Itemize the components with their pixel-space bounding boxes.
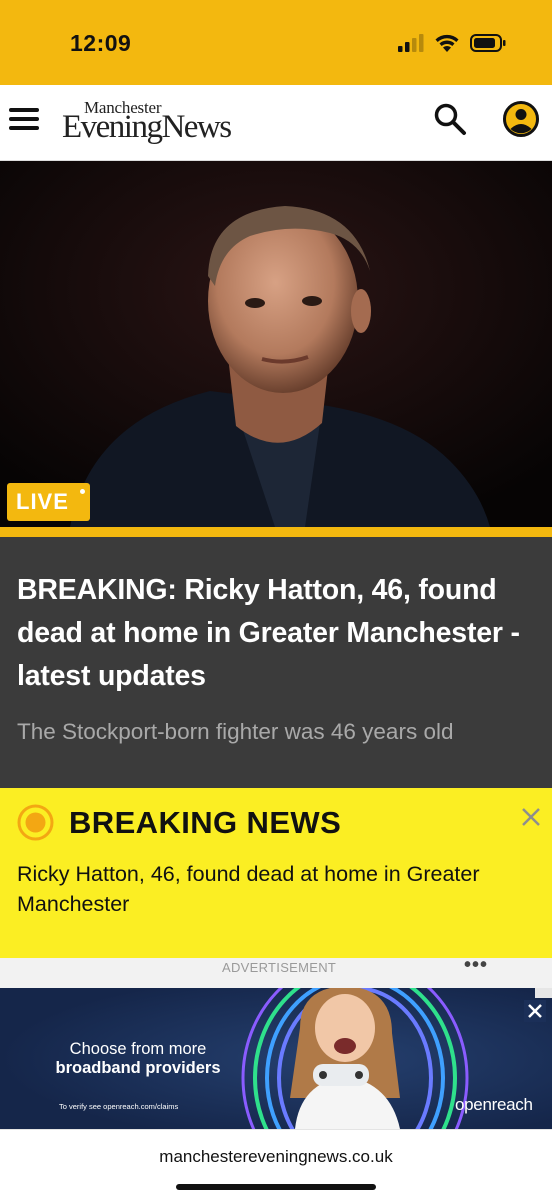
signal-icon bbox=[398, 34, 424, 52]
site-header: Manchester EveningNews bbox=[0, 85, 552, 161]
story-subhead: The Stockport-born fighter was 46 years … bbox=[17, 719, 454, 744]
hero-accent-bar bbox=[0, 527, 552, 537]
ad-choices-icon[interactable] bbox=[535, 988, 552, 998]
url-text[interactable]: manchestereveningnews.co.uk bbox=[0, 1147, 552, 1167]
ad-options-icon[interactable]: ••• bbox=[464, 954, 488, 977]
ad-headline-line2: broadband providers bbox=[55, 1059, 221, 1077]
hero-image[interactable] bbox=[0, 161, 552, 527]
search-icon[interactable] bbox=[433, 102, 467, 136]
ad-brand: openreach bbox=[455, 1095, 533, 1114]
ad-small-print: To verify see openreach.com/claims bbox=[59, 1102, 179, 1111]
breaking-news-title: BREAKING NEWS bbox=[69, 805, 342, 840]
advertisement-banner[interactable]: Choose from more broadband providers To … bbox=[0, 988, 552, 1129]
live-dot-icon bbox=[80, 489, 85, 494]
breaking-news-text[interactable]: Ricky Hatton, 46, found dead at home in … bbox=[17, 859, 537, 919]
ad-headline-line1: Choose from more bbox=[69, 1040, 207, 1058]
battery-icon bbox=[470, 34, 506, 52]
wifi-icon bbox=[435, 34, 459, 52]
status-time: 12:09 bbox=[70, 30, 132, 56]
breaking-news-dot-icon bbox=[17, 804, 54, 841]
close-icon[interactable] bbox=[518, 804, 544, 830]
story-card: BREAKING: Ricky Hatton, 46, found dead a… bbox=[0, 537, 552, 788]
status-icons bbox=[398, 33, 506, 53]
ad-headline: Choose from more broadband providers bbox=[28, 1040, 248, 1078]
logo-main-text: EveningNews bbox=[62, 109, 232, 145]
ad-label: ADVERTISEMENT bbox=[222, 960, 337, 975]
ad-close-icon[interactable] bbox=[524, 1000, 546, 1022]
account-icon[interactable] bbox=[502, 100, 540, 138]
home-indicator[interactable] bbox=[176, 1184, 376, 1190]
status-bar: 12:09 bbox=[0, 0, 552, 85]
site-logo[interactable]: Manchester EveningNews bbox=[62, 97, 252, 149]
story-headline[interactable]: BREAKING: Ricky Hatton, 46, found dead a… bbox=[17, 569, 542, 698]
hamburger-menu-icon[interactable] bbox=[9, 108, 39, 136]
breaking-news-banner[interactable]: BREAKING NEWS Ricky Hatton, 46, found de… bbox=[0, 788, 552, 973]
portrait-photo bbox=[0, 161, 552, 527]
live-badge: LIVE bbox=[7, 483, 90, 521]
browser-url-bar: manchestereveningnews.co.uk bbox=[0, 1129, 552, 1200]
live-badge-label: LIVE bbox=[16, 489, 69, 514]
ad-label-row: ADVERTISEMENT ••• bbox=[0, 954, 552, 988]
